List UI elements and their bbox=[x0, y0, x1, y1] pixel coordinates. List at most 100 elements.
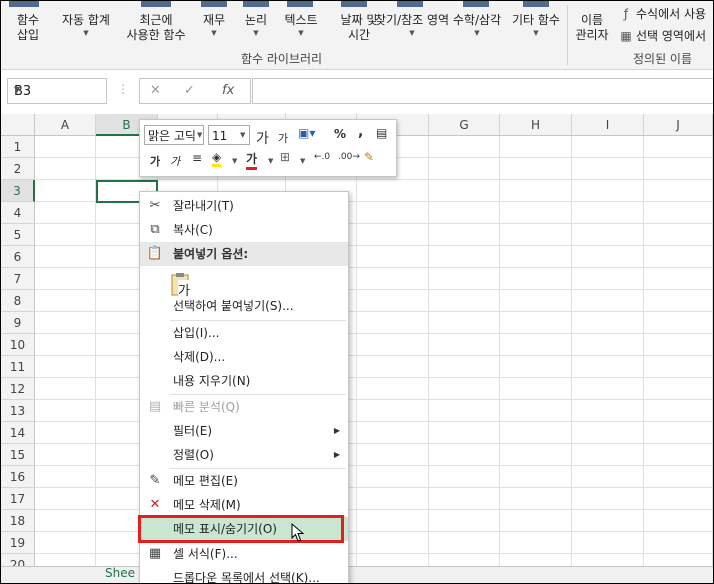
menu-item-insert[interactable]: 삽입(I)... bbox=[140, 321, 348, 345]
align-center-icon[interactable]: ≡ bbox=[192, 151, 202, 165]
fx-icon[interactable]: fx bbox=[222, 83, 234, 98]
format-cells-icon: ▦ bbox=[148, 546, 162, 561]
menu-item-pick-from-list[interactable]: 드롭다운 목록에서 선택(K)... bbox=[140, 566, 348, 583]
chevron-down-icon[interactable]: ▼ bbox=[268, 157, 273, 165]
borders-icon[interactable]: ⊞ bbox=[280, 150, 290, 164]
math-label: 수학/삼각 bbox=[452, 13, 502, 27]
row-header-9[interactable]: 9 bbox=[1, 312, 35, 334]
chevron-down-icon[interactable]: ▼ bbox=[300, 157, 305, 165]
drag-handle-icon[interactable]: ⋮ bbox=[117, 82, 129, 96]
accounting-format-icon[interactable]: ▣▾ bbox=[298, 126, 315, 140]
row-header-18[interactable]: 18 bbox=[1, 510, 35, 532]
row-header-11[interactable]: 11 bbox=[1, 356, 35, 378]
decrease-decimal-icon[interactable]: .00→ bbox=[338, 152, 360, 162]
row-header-15[interactable]: 15 bbox=[1, 444, 35, 466]
column-header-j[interactable]: J bbox=[644, 114, 713, 136]
menu-item-paste-special[interactable]: 선택하여 붙여넣기(S)... bbox=[140, 294, 348, 318]
function-library-label: 함수 라이브러리 bbox=[241, 52, 323, 66]
excel-window: 함수 삽입 자동 합계 ▼ 최근에 사용한 함수 재무 ▼ 논리 ▼ 텍스트 ▼… bbox=[0, 0, 714, 584]
row-header-17[interactable]: 17 bbox=[1, 488, 35, 510]
menu-item-clear-contents[interactable]: 내용 지우기(N) bbox=[140, 369, 348, 393]
comma-button[interactable]: , bbox=[358, 124, 363, 140]
worksheet-grid[interactable]: ABCDEFGHIJ 12345678910111213141516171819… bbox=[1, 114, 713, 583]
logical-button[interactable]: 논리 ▼ bbox=[239, 13, 273, 38]
define-name-button[interactable]: ƒ 수식에서 사용 bbox=[619, 5, 706, 22]
shrink-font-button[interactable]: 가 bbox=[278, 130, 288, 146]
row-header-12[interactable]: 12 bbox=[1, 378, 35, 400]
row-header-3[interactable]: 3 bbox=[1, 180, 35, 202]
menu-item-label: 정렬(O) bbox=[173, 448, 214, 462]
format-table-icon[interactable]: ▤ bbox=[376, 126, 387, 140]
row-header-14[interactable]: 14 bbox=[1, 422, 35, 444]
more-functions-button[interactable]: 기타 함수 ▼ bbox=[509, 13, 563, 38]
sheet-tab[interactable]: Shee bbox=[105, 566, 135, 583]
column-header-g[interactable]: G bbox=[429, 114, 500, 136]
row-header-4[interactable]: 4 bbox=[1, 202, 35, 224]
bold-button[interactable]: 가 bbox=[150, 153, 160, 169]
text-label: 텍스트 bbox=[284, 13, 318, 27]
row-header-6[interactable]: 6 bbox=[1, 246, 35, 268]
edit-comment-icon: ✎ bbox=[149, 473, 161, 488]
menu-item-filter[interactable]: 필터(E) ▶ bbox=[140, 419, 348, 443]
menu-item-sort[interactable]: 정렬(O) ▶ bbox=[140, 443, 348, 467]
chevron-down-icon: ▼ bbox=[533, 29, 539, 37]
column-header-i[interactable]: I bbox=[572, 114, 644, 136]
menu-item-edit-comment[interactable]: ✎ 메모 편집(E) bbox=[140, 469, 348, 493]
chevron-down-icon: ▼ bbox=[83, 29, 89, 37]
autosum-button[interactable]: 자동 합계 ▼ bbox=[57, 13, 115, 38]
chevron-down-icon[interactable]: ▼ bbox=[232, 157, 237, 165]
enter-icon[interactable]: ✓ bbox=[184, 83, 195, 98]
menu-item-cut[interactable]: ✂ 잘라내기(T) bbox=[140, 194, 348, 218]
cancel-icon[interactable]: ✕ bbox=[150, 83, 161, 98]
row-header-7[interactable]: 7 bbox=[1, 268, 35, 290]
row-gridline bbox=[35, 245, 713, 246]
create-from-selection-button[interactable]: ▦ 선택 영역에서 bbox=[619, 27, 706, 44]
row-header-16[interactable]: 16 bbox=[1, 466, 35, 488]
row-header-2[interactable]: 2 bbox=[1, 158, 35, 180]
menu-item-label: 붙여넣기 옵션: bbox=[173, 247, 249, 261]
menu-item-format-cells[interactable]: ▦ 셀 서식(F)... bbox=[140, 542, 348, 566]
insert-function-button[interactable]: 함수 삽입 bbox=[9, 13, 47, 43]
chevron-down-icon[interactable]: ▼ bbox=[197, 131, 202, 139]
book-icon bbox=[287, 1, 313, 7]
select-all-button[interactable] bbox=[1, 114, 35, 136]
column-header-h[interactable]: H bbox=[500, 114, 572, 136]
menu-item-delete-comment[interactable]: ✕ 메모 삭제(M) bbox=[140, 493, 348, 517]
menu-item-label: 잘라내기(T) bbox=[173, 199, 234, 213]
text-button[interactable]: 텍스트 ▼ bbox=[277, 13, 325, 38]
format-painter-icon[interactable]: ✎ bbox=[364, 150, 374, 164]
group-divider bbox=[567, 5, 568, 65]
fx-icon: ƒ bbox=[623, 7, 629, 21]
menu-item-label: 메모 삭제(M) bbox=[173, 498, 241, 512]
chevron-down-icon: ▼ bbox=[14, 85, 21, 94]
italic-button[interactable]: 가 bbox=[170, 153, 180, 169]
grow-font-button[interactable]: 가 bbox=[256, 128, 269, 148]
row-gridline bbox=[35, 553, 713, 554]
menu-item-delete[interactable]: 삭제(D)... bbox=[140, 345, 348, 369]
financial-button[interactable]: 재무 ▼ bbox=[197, 13, 231, 38]
chevron-down-icon[interactable]: ▼ bbox=[240, 131, 245, 139]
row-header-8[interactable]: 8 bbox=[1, 290, 35, 312]
name-box[interactable]: B3 ▼ bbox=[7, 78, 107, 104]
recent-functions-button[interactable]: 최근에 사용한 함수 bbox=[121, 13, 191, 43]
name-manager-button[interactable]: 이름 관리자 bbox=[573, 13, 611, 43]
menu-item-copy[interactable]: ⧉ 복사(C) bbox=[140, 218, 348, 242]
formula-bar: B3 ▼ ⋮ ✕ ✓ fx bbox=[1, 70, 713, 114]
chevron-down-icon: ▼ bbox=[253, 29, 259, 37]
increase-decimal-icon[interactable]: ←.0 bbox=[314, 152, 330, 162]
percent-button[interactable]: % bbox=[334, 127, 346, 141]
font-name-box[interactable]: 맑은 고딕 bbox=[144, 125, 204, 145]
clipboard-icon: 📋 bbox=[146, 246, 164, 261]
font-color-button[interactable]: 가 bbox=[246, 150, 258, 170]
formula-input[interactable] bbox=[252, 78, 713, 104]
fill-color-icon[interactable]: ◈ bbox=[212, 150, 222, 167]
row-header-1[interactable]: 1 bbox=[1, 136, 35, 158]
column-header-a[interactable]: A bbox=[35, 114, 96, 136]
row-header-19[interactable]: 19 bbox=[1, 532, 35, 554]
row-header-10[interactable]: 10 bbox=[1, 334, 35, 356]
row-gridline bbox=[35, 399, 713, 400]
row-header-5[interactable]: 5 bbox=[1, 224, 35, 246]
math-button[interactable]: 수학/삼각 ▼ bbox=[449, 13, 505, 38]
row-header-13[interactable]: 13 bbox=[1, 400, 35, 422]
lookup-button[interactable]: 찾기/참조 영역 ▼ bbox=[375, 13, 449, 38]
